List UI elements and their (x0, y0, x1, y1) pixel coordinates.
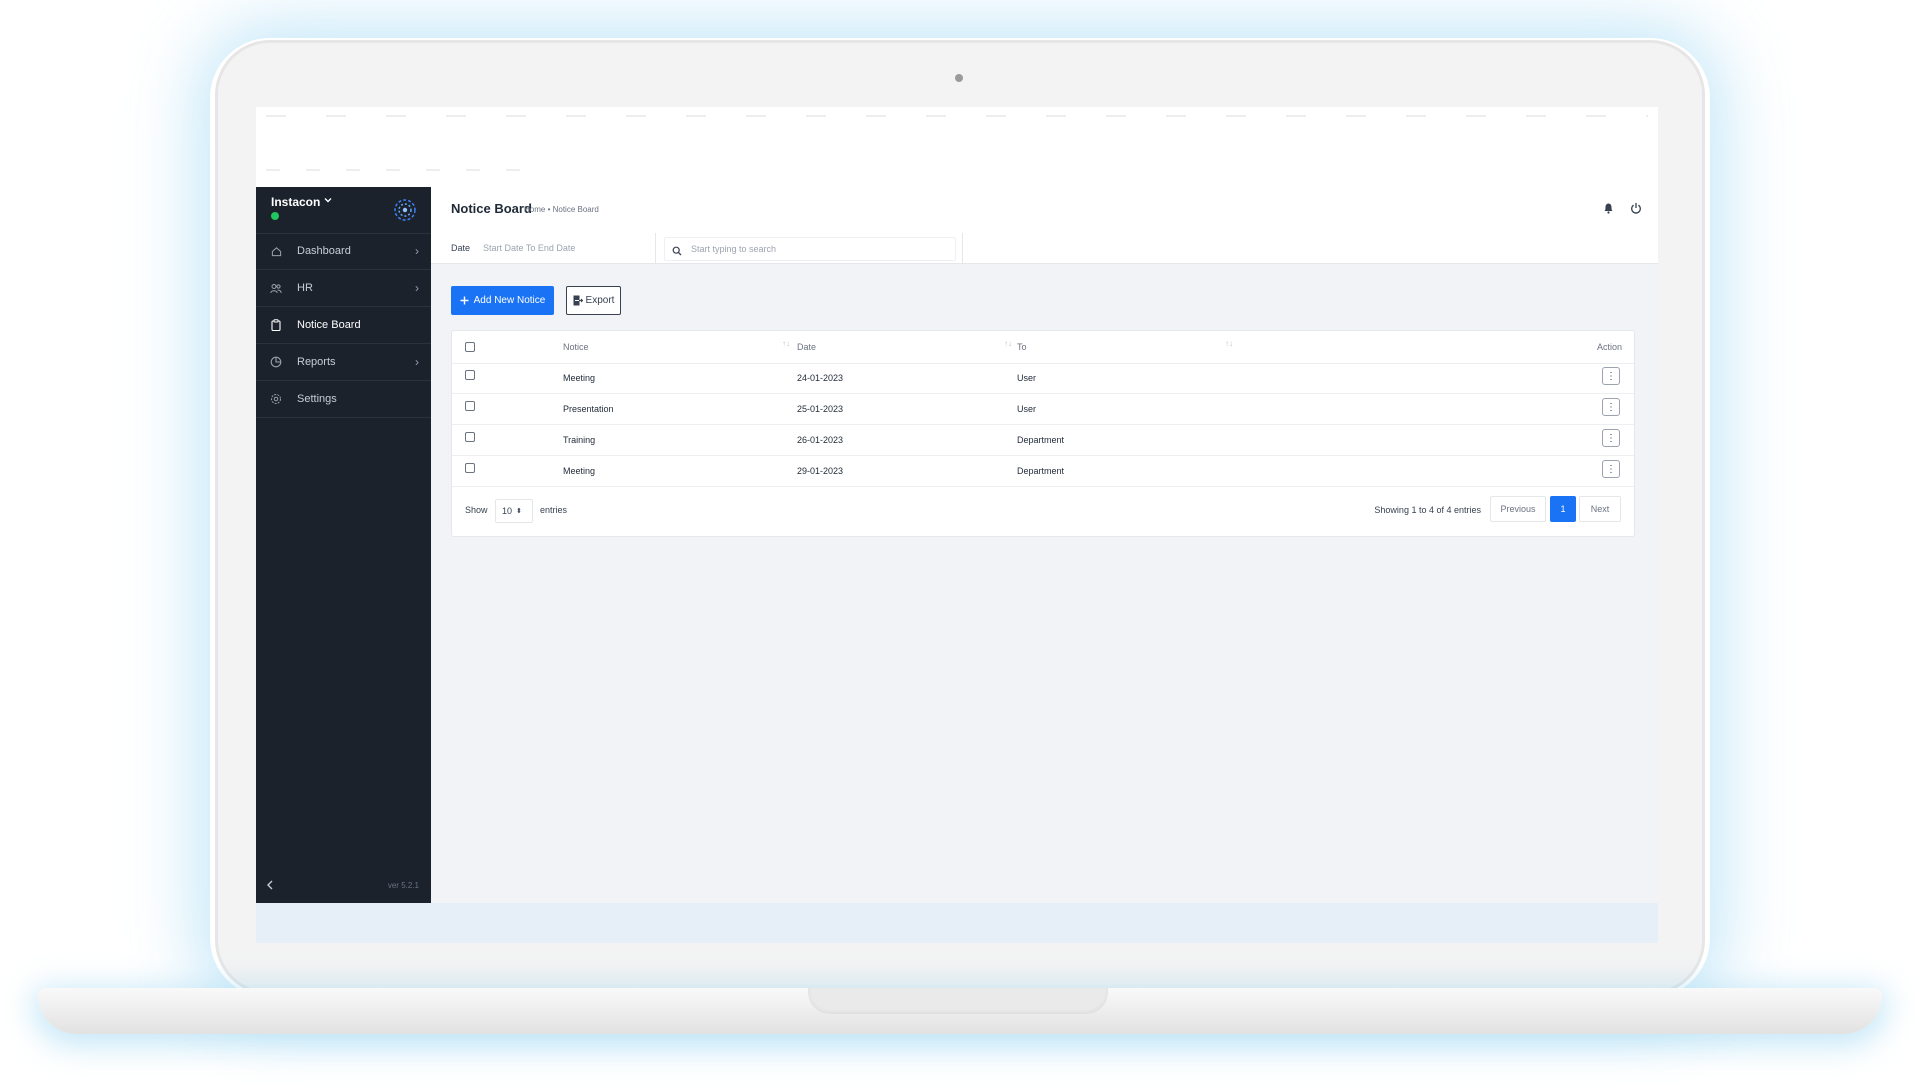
more-vertical-icon[interactable]: ⋮ (1602, 398, 1620, 416)
breadcrumb[interactable]: Home • Notice Board (524, 205, 599, 214)
date-cell: 24-01-2023 (797, 373, 844, 383)
pagination-info: Showing 1 to 4 of 4 entries (1374, 505, 1481, 515)
users-icon (269, 281, 283, 295)
date-range-picker[interactable]: Start Date To End Date (483, 243, 575, 253)
power-icon[interactable] (1630, 201, 1642, 219)
sidebar: Instacon Dashboard › HR › Notice Board R… (256, 187, 431, 903)
chevron-right-icon: › (415, 355, 419, 369)
sidebar-item-reports[interactable]: Reports › (256, 344, 431, 381)
notice-cell: Presentation (563, 404, 614, 414)
sidebar-item-settings[interactable]: Settings (256, 381, 431, 418)
show-label: Show (465, 505, 488, 515)
pie-chart-icon (269, 355, 283, 369)
sidebar-item-hr[interactable]: HR › (256, 270, 431, 307)
to-cell: User (1017, 373, 1037, 383)
browser-bar (256, 107, 1658, 187)
select-arrows-icon: ⬍ (516, 508, 522, 515)
select-all-checkbox[interactable] (465, 342, 475, 352)
table-row[interactable]: Meeting 24-01-2023 User ⋮ (452, 363, 1634, 394)
bell-icon[interactable] (1603, 201, 1614, 219)
filter-bar: Date Start Date To End Date (431, 233, 1658, 264)
sidebar-item-dashboard[interactable]: Dashboard › (256, 233, 431, 270)
top-bar: Notice Board Home • Notice Board (431, 187, 1658, 234)
more-vertical-icon[interactable]: ⋮ (1602, 367, 1620, 385)
column-header-action: Action (1596, 342, 1622, 352)
table-row[interactable]: Presentation 25-01-2023 User ⋮ (452, 394, 1634, 425)
chevron-down-icon[interactable] (323, 195, 333, 208)
brand-area[interactable]: Instacon (256, 187, 431, 234)
online-status-dot (271, 212, 279, 220)
brand-name: Instacon (271, 195, 321, 209)
collapse-sidebar-icon[interactable] (266, 879, 274, 893)
sort-icon[interactable]: ↑↓ (1004, 339, 1012, 348)
column-header-notice[interactable]: Notice (563, 331, 589, 363)
date-filter-label: Date (451, 243, 471, 253)
filter-divider (655, 233, 656, 263)
entries-label: entries (540, 505, 568, 515)
browser-bookmarks-faint (266, 169, 526, 171)
laptop-camera (955, 74, 963, 82)
sidebar-item-label: Dashboard (297, 245, 351, 257)
column-header-to[interactable]: To (1017, 331, 1027, 363)
add-new-notice-button[interactable]: Add New Notice (451, 286, 554, 315)
chevron-right-icon: › (415, 244, 419, 258)
clipboard-icon (269, 318, 283, 332)
export-button[interactable]: Export (566, 286, 621, 315)
app-version: ver 5.2.1 (387, 881, 419, 890)
screen-bottom-strip (256, 903, 1658, 943)
laptop-notch (808, 988, 1108, 1014)
sidebar-item-label: Settings (297, 393, 337, 405)
row-checkbox[interactable] (465, 432, 475, 442)
search-icon (672, 243, 682, 261)
more-vertical-icon[interactable]: ⋮ (1602, 429, 1620, 447)
company-logo-icon (393, 198, 417, 222)
notice-table-card: Notice ↑↓ Date ↑↓ To ↑↓ Action Meeting 2… (451, 330, 1635, 537)
app-window: Instacon Dashboard › HR › Notice Board R… (256, 187, 1658, 903)
plus-icon (460, 296, 469, 305)
filter-divider (962, 233, 963, 263)
laptop-screen: Instacon Dashboard › HR › Notice Board R… (256, 107, 1658, 943)
export-icon (573, 295, 583, 306)
notice-cell: Training (563, 435, 596, 445)
chevron-right-icon: › (415, 281, 419, 295)
page-length-select[interactable]: 10 ⬍ (495, 499, 533, 523)
sort-icon[interactable]: ↑↓ (1225, 339, 1233, 348)
sidebar-item-label: Reports (297, 356, 336, 368)
row-checkbox[interactable] (465, 370, 475, 380)
row-checkbox[interactable] (465, 463, 475, 473)
date-cell: 26-01-2023 (797, 435, 844, 445)
sort-icon[interactable]: ↑↓ (782, 339, 790, 348)
search-input[interactable] (689, 241, 943, 257)
previous-page-button[interactable]: Previous (1490, 496, 1546, 522)
add-new-notice-label: Add New Notice (473, 295, 546, 306)
more-vertical-icon[interactable]: ⋮ (1602, 460, 1620, 478)
table-footer: Show 10 ⬍ entries Showing 1 to 4 of 4 en… (452, 494, 1634, 524)
gear-icon (269, 392, 283, 406)
table-row[interactable]: Meeting 29-01-2023 Department ⋮ (452, 456, 1634, 487)
next-page-button[interactable]: Next (1579, 496, 1621, 522)
date-cell: 25-01-2023 (797, 404, 844, 414)
notice-cell: Meeting (563, 466, 596, 476)
sidebar-item-notice-board[interactable]: Notice Board (256, 307, 431, 344)
export-label: Export (585, 295, 615, 306)
sidebar-item-label: HR (297, 282, 313, 294)
date-cell: 29-01-2023 (797, 466, 844, 476)
to-cell: Department (1017, 466, 1065, 476)
column-header-date[interactable]: Date (797, 331, 816, 363)
table-header: Notice ↑↓ Date ↑↓ To ↑↓ Action (452, 331, 1634, 364)
browser-tabs-faint (266, 115, 1648, 117)
page-title: Notice Board (451, 201, 532, 216)
to-cell: User (1017, 404, 1037, 414)
sidebar-item-label: Notice Board (297, 319, 361, 331)
row-checkbox[interactable] (465, 401, 475, 411)
search-box[interactable] (664, 237, 956, 261)
notice-cell: Meeting (563, 373, 596, 383)
home-icon (269, 244, 283, 258)
table-row[interactable]: Training 26-01-2023 Department ⋮ (452, 425, 1634, 456)
page-1-button[interactable]: 1 (1550, 496, 1576, 522)
page-length-value: 10 (502, 506, 513, 516)
to-cell: Department (1017, 435, 1065, 445)
